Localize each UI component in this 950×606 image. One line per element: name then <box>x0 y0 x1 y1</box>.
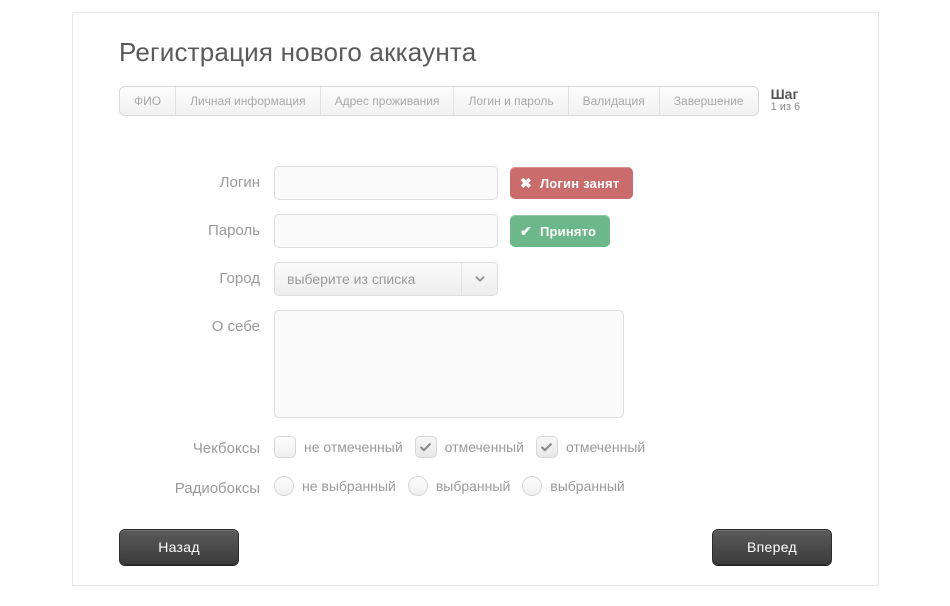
password-input[interactable] <box>274 214 498 248</box>
checkbox-label: отмеченный <box>445 439 524 455</box>
radios-label: Радиобоксы <box>119 472 274 497</box>
checkbox-icon <box>536 436 558 458</box>
checkbox-item[interactable]: отмеченный <box>536 436 645 458</box>
step-counter-label: Шаг <box>771 87 801 101</box>
check-icon: ✔ <box>520 223 532 240</box>
radio-label: не выбранный <box>302 478 396 494</box>
login-label: Логин <box>119 166 274 191</box>
login-status-badge: ✖ Логин занят <box>510 167 633 199</box>
about-label: О себе <box>119 310 274 335</box>
password-label: Пароль <box>119 214 274 239</box>
step-counter-progress: 1 из 6 <box>771 101 801 114</box>
step-finish[interactable]: Завершение <box>660 87 758 115</box>
radio-item[interactable]: не выбранный <box>274 476 396 496</box>
checkbox-icon <box>274 436 296 458</box>
password-status-badge: ✔ Принято <box>510 215 610 247</box>
radio-label: выбранный <box>550 478 624 494</box>
step-personal[interactable]: Личная информация <box>176 87 321 115</box>
checkbox-item[interactable]: не отмеченный <box>274 436 403 458</box>
radio-icon <box>274 476 294 496</box>
wizard-steps: ФИО Личная информация Адрес проживания Л… <box>119 86 759 116</box>
checkbox-label: не отмеченный <box>304 439 403 455</box>
radio-item[interactable]: выбранный <box>522 476 624 496</box>
chevron-down-icon <box>461 263 497 295</box>
step-fio[interactable]: ФИО <box>120 87 176 115</box>
step-validate[interactable]: Валидация <box>569 87 660 115</box>
step-login[interactable]: Логин и пароль <box>454 87 568 115</box>
password-status-text: Принято <box>540 224 596 239</box>
city-select[interactable]: выберите из списка <box>274 262 498 296</box>
login-status-text: Логин занят <box>540 176 619 191</box>
checkbox-label: отмеченный <box>566 439 645 455</box>
login-input[interactable] <box>274 166 498 200</box>
page-title: Регистрация нового аккаунта <box>119 37 832 68</box>
about-textarea[interactable] <box>274 310 624 418</box>
checkbox-icon <box>415 436 437 458</box>
checkbox-item[interactable]: отмеченный <box>415 436 524 458</box>
close-icon: ✖ <box>520 175 532 192</box>
radio-label: выбранный <box>436 478 510 494</box>
radio-item[interactable]: выбранный <box>408 476 510 496</box>
back-button[interactable]: Назад <box>119 529 239 565</box>
city-select-placeholder: выберите из списка <box>287 271 415 287</box>
city-label: Город <box>119 262 274 287</box>
radio-icon <box>408 476 428 496</box>
step-counter: Шаг 1 из 6 <box>771 87 801 114</box>
checkboxes-label: Чекбоксы <box>119 432 274 457</box>
step-address[interactable]: Адрес проживания <box>321 87 455 115</box>
next-button[interactable]: Вперед <box>712 529 832 565</box>
radio-icon <box>522 476 542 496</box>
